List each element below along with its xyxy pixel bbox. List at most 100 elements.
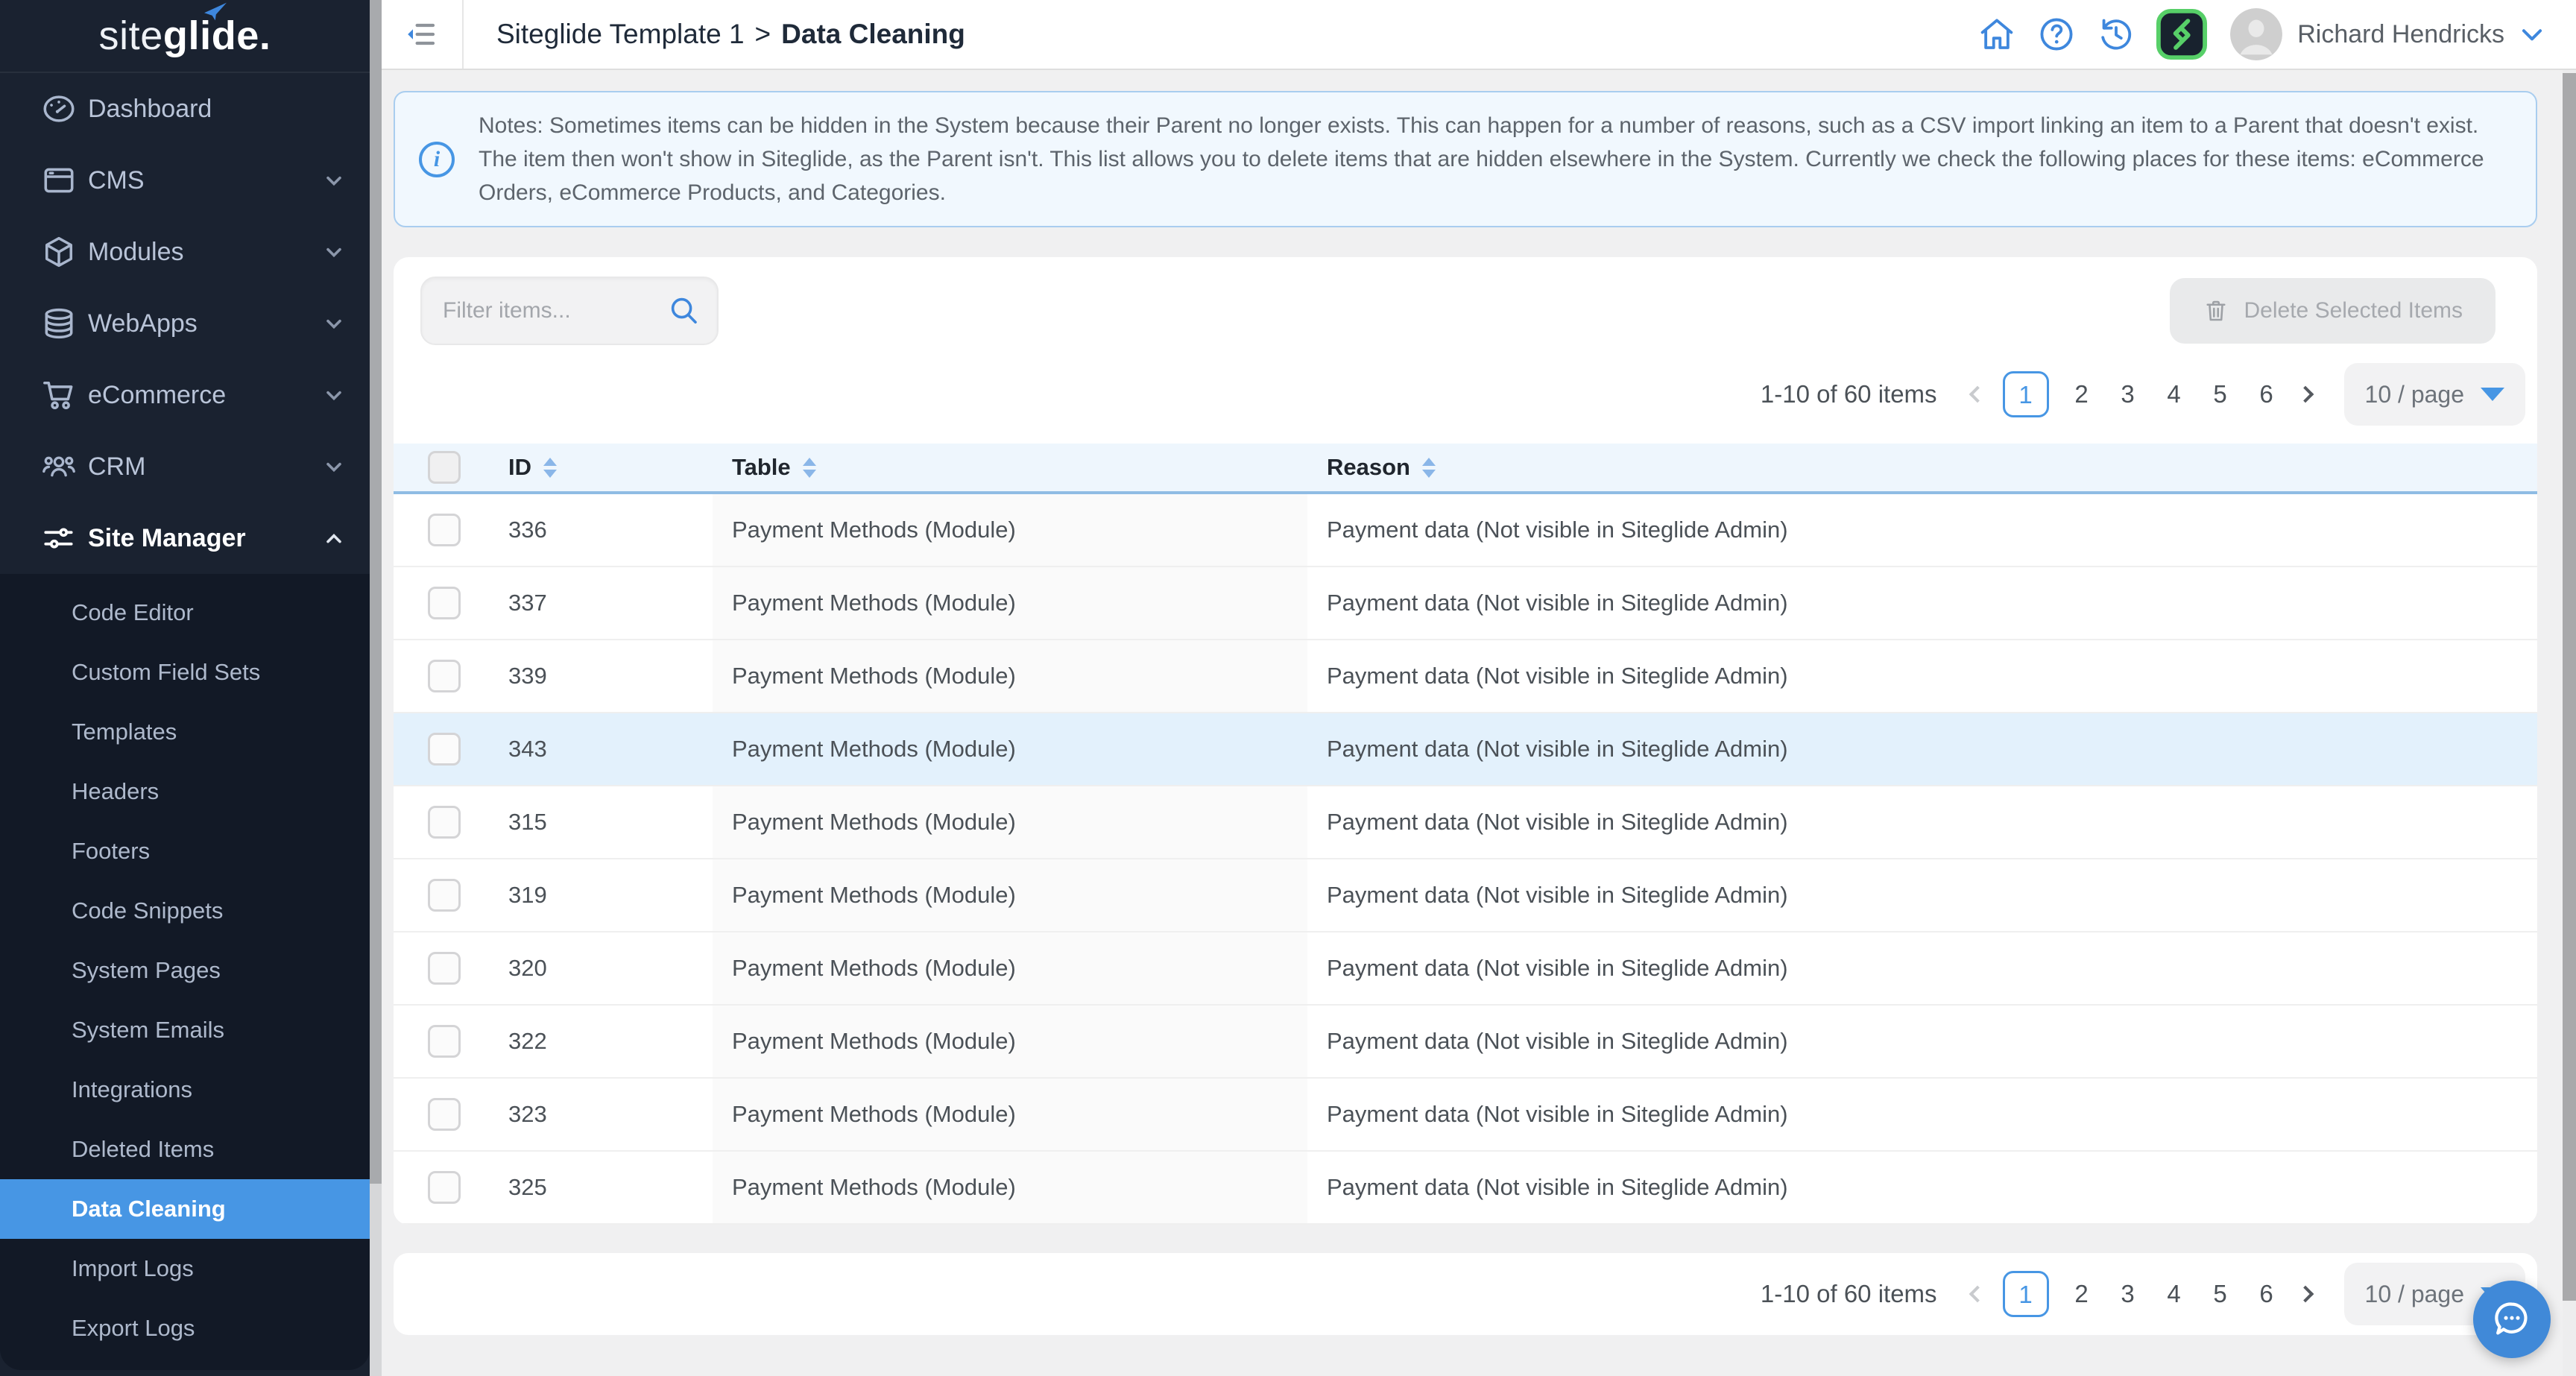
sidebar-subitem-footers[interactable]: Footers xyxy=(0,821,370,881)
sidebar-subitem-code-editor[interactable]: Code Editor xyxy=(0,583,370,643)
sidebar-subitem-integrations[interactable]: Integrations xyxy=(0,1060,370,1120)
row-checkbox[interactable] xyxy=(428,1098,461,1131)
pagination-page-6[interactable]: 6 xyxy=(2253,1280,2280,1308)
main-area: Siteglide Template 1>Data Cleaning xyxy=(382,0,2576,1376)
row-checkbox[interactable] xyxy=(428,514,461,546)
select-all-checkbox[interactable] xyxy=(428,451,461,484)
chevron-up-icon xyxy=(322,526,346,550)
pagination-page-4[interactable]: 4 xyxy=(2161,1280,2188,1308)
app-logo[interactable]: siteglide. xyxy=(0,0,370,73)
cell-table: Payment Methods (Module) xyxy=(713,859,1307,931)
sidebar-scrollbar-thumb[interactable] xyxy=(370,0,382,1184)
help-icon[interactable] xyxy=(2036,14,2077,54)
cell-table: Payment Methods (Module) xyxy=(713,1079,1307,1150)
sidebar-item-label: Site Manager xyxy=(88,524,322,553)
cell-id: 319 xyxy=(492,859,713,931)
row-checkbox[interactable] xyxy=(428,660,461,692)
page-size-select[interactable]: 10 / page xyxy=(2344,363,2525,426)
collapse-sidebar-icon[interactable] xyxy=(402,15,441,54)
sidebar-item-ecommerce[interactable]: eCommerce xyxy=(0,359,370,431)
table-row[interactable]: 322 Payment Methods (Module) Payment dat… xyxy=(394,1006,2537,1079)
table-row[interactable]: 337 Payment Methods (Module) Payment dat… xyxy=(394,567,2537,640)
page-scrollbar[interactable] xyxy=(2563,70,2576,1376)
column-header-id[interactable]: ID xyxy=(508,454,531,481)
sidebar-subitem-code-snippets[interactable]: Code Snippets xyxy=(0,881,370,941)
pagination-page-3[interactable]: 3 xyxy=(2115,1280,2141,1308)
sidebar-item-modules[interactable]: Modules xyxy=(0,216,370,288)
pagination-page-4[interactable]: 4 xyxy=(2161,380,2188,408)
sidebar-subitem-system-emails[interactable]: System Emails xyxy=(0,1000,370,1060)
history-icon[interactable] xyxy=(2096,14,2136,54)
database-icon xyxy=(39,303,79,344)
row-checkbox[interactable] xyxy=(428,1171,461,1204)
row-checkbox[interactable] xyxy=(428,1025,461,1058)
sidebar-subitem-deleted-items[interactable]: Deleted Items xyxy=(0,1120,370,1179)
column-header-table[interactable]: Table xyxy=(732,454,791,481)
table-row[interactable]: 320 Payment Methods (Module) Payment dat… xyxy=(394,932,2537,1006)
pagination-prev-icon[interactable] xyxy=(1969,386,1986,403)
user-name[interactable]: Richard Hendricks xyxy=(2297,20,2504,49)
row-checkbox[interactable] xyxy=(428,952,461,985)
sidebar-subitem-custom-field-sets[interactable]: Custom Field Sets xyxy=(0,643,370,702)
pagination-page-5[interactable]: 5 xyxy=(2207,380,2234,408)
table-row[interactable]: 325 Payment Methods (Module) Payment dat… xyxy=(394,1152,2537,1225)
cell-id: 337 xyxy=(492,567,713,639)
pagination-summary: 1-10 of 60 items xyxy=(1761,1280,1937,1308)
pagination-page-1[interactable]: 1 xyxy=(2003,1271,2049,1317)
cell-table: Payment Methods (Module) xyxy=(713,1152,1307,1223)
row-checkbox[interactable] xyxy=(428,879,461,912)
pagination-next-icon[interactable] xyxy=(2296,386,2314,403)
sidebar-subitem-data-cleaning[interactable]: Data Cleaning xyxy=(0,1179,370,1239)
sort-icon[interactable] xyxy=(1422,458,1436,478)
sidebar-subitem-headers[interactable]: Headers xyxy=(0,762,370,821)
pagination-prev-icon[interactable] xyxy=(1969,1286,1986,1303)
pagination-page-2[interactable]: 2 xyxy=(2068,1280,2095,1308)
table-toolbar: Delete Selected Items xyxy=(394,257,2537,354)
cell-reason: Payment data (Not visible in Siteglide A… xyxy=(1307,640,2537,712)
avatar[interactable] xyxy=(2230,8,2282,60)
pagination-page-1[interactable]: 1 xyxy=(2003,371,2049,417)
sidebar-scrollbar[interactable] xyxy=(370,0,382,1376)
search-icon[interactable] xyxy=(666,293,702,329)
table-row[interactable]: 336 Payment Methods (Module) Payment dat… xyxy=(394,494,2537,567)
cell-reason: Payment data (Not visible in Siteglide A… xyxy=(1307,567,2537,639)
user-menu-chevron-icon[interactable] xyxy=(2518,20,2546,48)
pagination-next-icon[interactable] xyxy=(2296,1286,2314,1303)
breadcrumb-site[interactable]: Siteglide Template 1 xyxy=(496,19,745,49)
sliders-icon xyxy=(39,518,79,558)
pagination-page-2[interactable]: 2 xyxy=(2068,380,2095,408)
sidebar-subitem-export-logs[interactable]: Export Logs xyxy=(0,1298,370,1358)
row-checkbox[interactable] xyxy=(428,587,461,619)
home-icon[interactable] xyxy=(1977,14,2017,54)
sidebar-item-site-manager[interactable]: Site Manager xyxy=(0,502,370,574)
delete-selected-items-button[interactable]: Delete Selected Items xyxy=(2170,278,2496,344)
sidebar-subitem-import-logs[interactable]: Import Logs xyxy=(0,1239,370,1298)
table-row-highlighted[interactable]: 343 Payment Methods (Module) Payment dat… xyxy=(394,713,2537,786)
pagination-page-6[interactable]: 6 xyxy=(2253,380,2280,408)
pagination-page-3[interactable]: 3 xyxy=(2115,380,2141,408)
sidebar-item-reporting[interactable]: Reporting xyxy=(0,1370,370,1376)
sidebar-subitem-system-pages[interactable]: System Pages xyxy=(0,941,370,1000)
table-row[interactable]: 315 Payment Methods (Module) Payment dat… xyxy=(394,786,2537,859)
sidebar-item-cms[interactable]: CMS xyxy=(0,145,370,216)
sidebar-subitem-templates[interactable]: Templates xyxy=(0,702,370,762)
sidebar-item-dashboard[interactable]: Dashboard xyxy=(0,73,370,145)
page-scrollbar-thumb[interactable] xyxy=(2563,73,2576,1301)
table-row[interactable]: 339 Payment Methods (Module) Payment dat… xyxy=(394,640,2537,713)
chevron-down-icon xyxy=(322,455,346,479)
table-row[interactable]: 319 Payment Methods (Module) Payment dat… xyxy=(394,859,2537,932)
siteglide-dev-icon[interactable] xyxy=(2156,8,2208,60)
sidebar-item-webapps[interactable]: WebApps xyxy=(0,288,370,359)
pagination-page-5[interactable]: 5 xyxy=(2207,1280,2234,1308)
notes-banner: i Notes: Sometimes items can be hidden i… xyxy=(394,91,2537,227)
table-row[interactable]: 323 Payment Methods (Module) Payment dat… xyxy=(394,1079,2537,1152)
chat-bubble-button[interactable] xyxy=(2473,1281,2551,1358)
sidebar-item-crm[interactable]: CRM xyxy=(0,431,370,502)
row-checkbox[interactable] xyxy=(428,806,461,839)
row-checkbox[interactable] xyxy=(428,733,461,766)
column-header-reason[interactable]: Reason xyxy=(1327,454,1410,481)
sort-icon[interactable] xyxy=(543,458,557,478)
notes-text: Notes: Sometimes items can be hidden in … xyxy=(479,109,2500,209)
sort-icon[interactable] xyxy=(803,458,816,478)
sidebar: siteglide. Dashboard CMS Mod xyxy=(0,0,370,1376)
